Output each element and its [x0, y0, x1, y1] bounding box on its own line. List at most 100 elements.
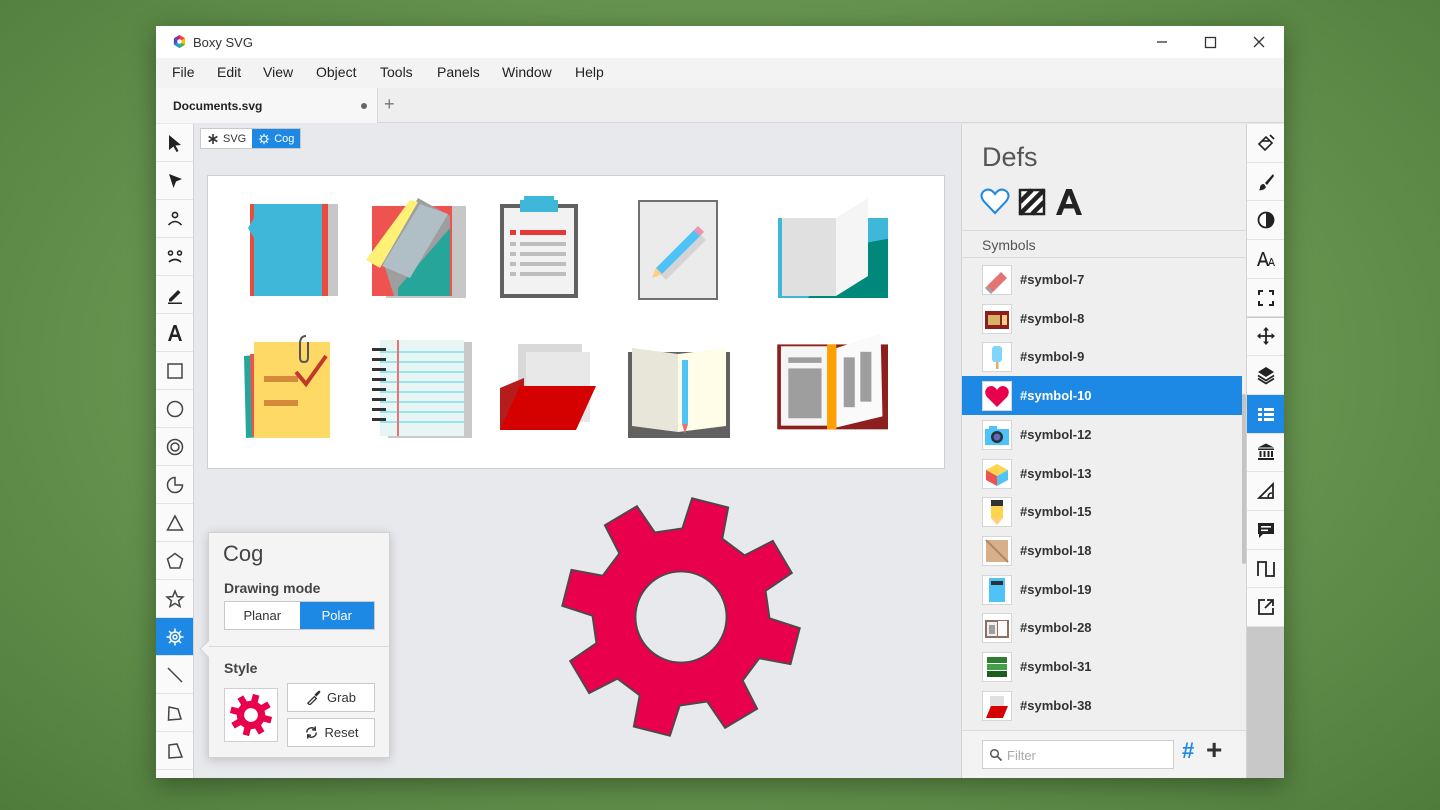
menu-edit[interactable]: Edit	[217, 64, 241, 80]
panel-defs[interactable]	[1247, 394, 1284, 434]
faces-icon	[167, 249, 182, 263]
panel-export[interactable]	[1247, 588, 1284, 628]
checklist-note-illustration[interactable]	[236, 328, 356, 443]
left-toolbar	[156, 124, 194, 778]
reset-icon	[305, 726, 317, 739]
filter-input[interactable]	[1007, 745, 1169, 765]
symbol-row[interactable]: #symbol-28	[962, 608, 1242, 647]
red-folder-illustration[interactable]	[490, 328, 610, 443]
breadcrumb-svg[interactable]: SVG	[201, 129, 252, 148]
symbol-row-selected[interactable]: #symbol-10	[962, 376, 1242, 415]
tool-ring[interactable]	[156, 428, 193, 466]
tab-documents-svg[interactable]: Documents.svg	[156, 88, 378, 123]
cog-icon	[259, 133, 270, 144]
panel-angle[interactable]	[1247, 472, 1284, 511]
menu-view[interactable]: View	[263, 64, 293, 80]
tool-quad[interactable]	[156, 732, 193, 770]
new-tab-button[interactable]: +	[384, 94, 395, 115]
panel-comments[interactable]	[1247, 511, 1284, 550]
symbol-label: #symbol-28	[1020, 620, 1092, 636]
cog-shape[interactable]	[558, 494, 804, 740]
panel-objects[interactable]	[1247, 356, 1284, 395]
menu-object[interactable]: Object	[316, 64, 356, 80]
tool-selection[interactable]	[156, 124, 193, 162]
maximize-button[interactable]	[1198, 31, 1222, 53]
menu-file[interactable]: File	[172, 64, 195, 80]
symbol-row[interactable]: #symbol-19	[962, 570, 1242, 609]
panel-animation[interactable]	[1247, 549, 1284, 589]
symbol-row[interactable]: #symbol-12	[962, 415, 1242, 454]
blue-folder-illustration[interactable]	[236, 188, 356, 303]
tool-star[interactable]	[156, 580, 193, 618]
tool-line[interactable]	[156, 656, 193, 694]
symbol-row[interactable]: #symbol-7	[962, 260, 1242, 299]
artboard[interactable]	[207, 175, 945, 469]
symbol-row[interactable]: #symbol-13	[962, 454, 1242, 493]
tool-triangle[interactable]	[156, 504, 193, 542]
tool-node[interactable]	[156, 162, 193, 200]
breadcrumb-cog[interactable]: Cog	[252, 129, 301, 148]
magazine-illustration[interactable]	[768, 322, 890, 437]
symbol-row[interactable]: #symbol-38	[962, 686, 1242, 725]
menu-help[interactable]: Help	[575, 64, 604, 80]
open-folder-illustration[interactable]	[768, 188, 892, 303]
grab-button[interactable]: Grab	[287, 683, 375, 712]
close-button[interactable]	[1247, 31, 1271, 53]
symbol-row[interactable]: #symbol-8	[962, 299, 1242, 338]
reset-button[interactable]: Reset	[287, 718, 375, 747]
menu-bar: File Edit View Object Tools Panels Windo…	[156, 58, 1284, 88]
panel-typography[interactable]	[1247, 240, 1284, 279]
symbol-thumbnail	[982, 535, 1012, 566]
panel-transform[interactable]	[1247, 317, 1284, 357]
layers-icon	[1257, 367, 1275, 385]
panel-fill[interactable]	[1247, 124, 1284, 163]
tool-ellipse[interactable]	[156, 390, 193, 428]
polar-mode-button[interactable]: Polar	[299, 602, 374, 629]
panel-library[interactable]	[1247, 433, 1284, 473]
selection-arrow-icon	[168, 134, 181, 152]
waveform-icon	[1257, 560, 1275, 577]
menu-tools[interactable]: Tools	[380, 64, 413, 80]
tool-freeform[interactable]	[156, 694, 193, 732]
id-button[interactable]: #	[1182, 738, 1194, 764]
panel-compositing[interactable]	[1247, 201, 1284, 241]
planar-mode-button[interactable]: Planar	[225, 602, 300, 629]
notebook-illustration[interactable]	[358, 328, 478, 443]
tool-person[interactable]	[156, 200, 193, 238]
patterns-tab[interactable]	[1016, 186, 1048, 218]
add-def-button[interactable]: +	[1206, 734, 1222, 766]
star-icon	[164, 588, 185, 608]
style-preview[interactable]	[224, 688, 278, 742]
menu-panels[interactable]: Panels	[437, 64, 480, 80]
cog-settings-popup: Cog Drawing mode Planar Polar Style Grab…	[199, 532, 390, 758]
tool-text[interactable]	[156, 314, 193, 352]
unsaved-dot-icon[interactable]	[361, 103, 367, 109]
panel-stroke[interactable]	[1247, 162, 1284, 202]
tool-faces[interactable]	[156, 238, 193, 276]
close-icon	[1253, 36, 1265, 48]
symbol-thumbnail	[982, 342, 1012, 373]
symbols-section-header[interactable]: Symbols	[962, 230, 1247, 258]
open-book-pen-illustration[interactable]	[618, 328, 738, 443]
text-icon	[167, 324, 182, 341]
symbol-row[interactable]: #symbol-18	[962, 531, 1242, 570]
curled-page-illustration[interactable]	[358, 188, 478, 303]
ring-icon	[166, 438, 183, 455]
symbol-row[interactable]: #symbol-31	[962, 647, 1242, 686]
symbol-row[interactable]: #symbol-9	[962, 337, 1242, 376]
tool-rectangle[interactable]	[156, 352, 193, 390]
pentagon-icon	[166, 552, 183, 569]
minimize-button[interactable]	[1150, 31, 1174, 53]
tool-pie[interactable]	[156, 466, 193, 504]
menu-window[interactable]: Window	[502, 64, 552, 80]
symbols-tab[interactable]	[979, 186, 1011, 218]
tool-pentagon[interactable]	[156, 542, 193, 580]
maximize-icon	[1204, 36, 1217, 49]
fonts-tab[interactable]	[1053, 186, 1085, 218]
tool-cog[interactable]	[156, 618, 193, 656]
clipboard-illustration[interactable]	[480, 188, 600, 303]
tool-pencil[interactable]	[156, 276, 193, 314]
symbol-row[interactable]: #symbol-15	[962, 492, 1242, 531]
panel-geometry[interactable]	[1247, 278, 1284, 318]
pencil-page-illustration[interactable]	[620, 188, 740, 303]
